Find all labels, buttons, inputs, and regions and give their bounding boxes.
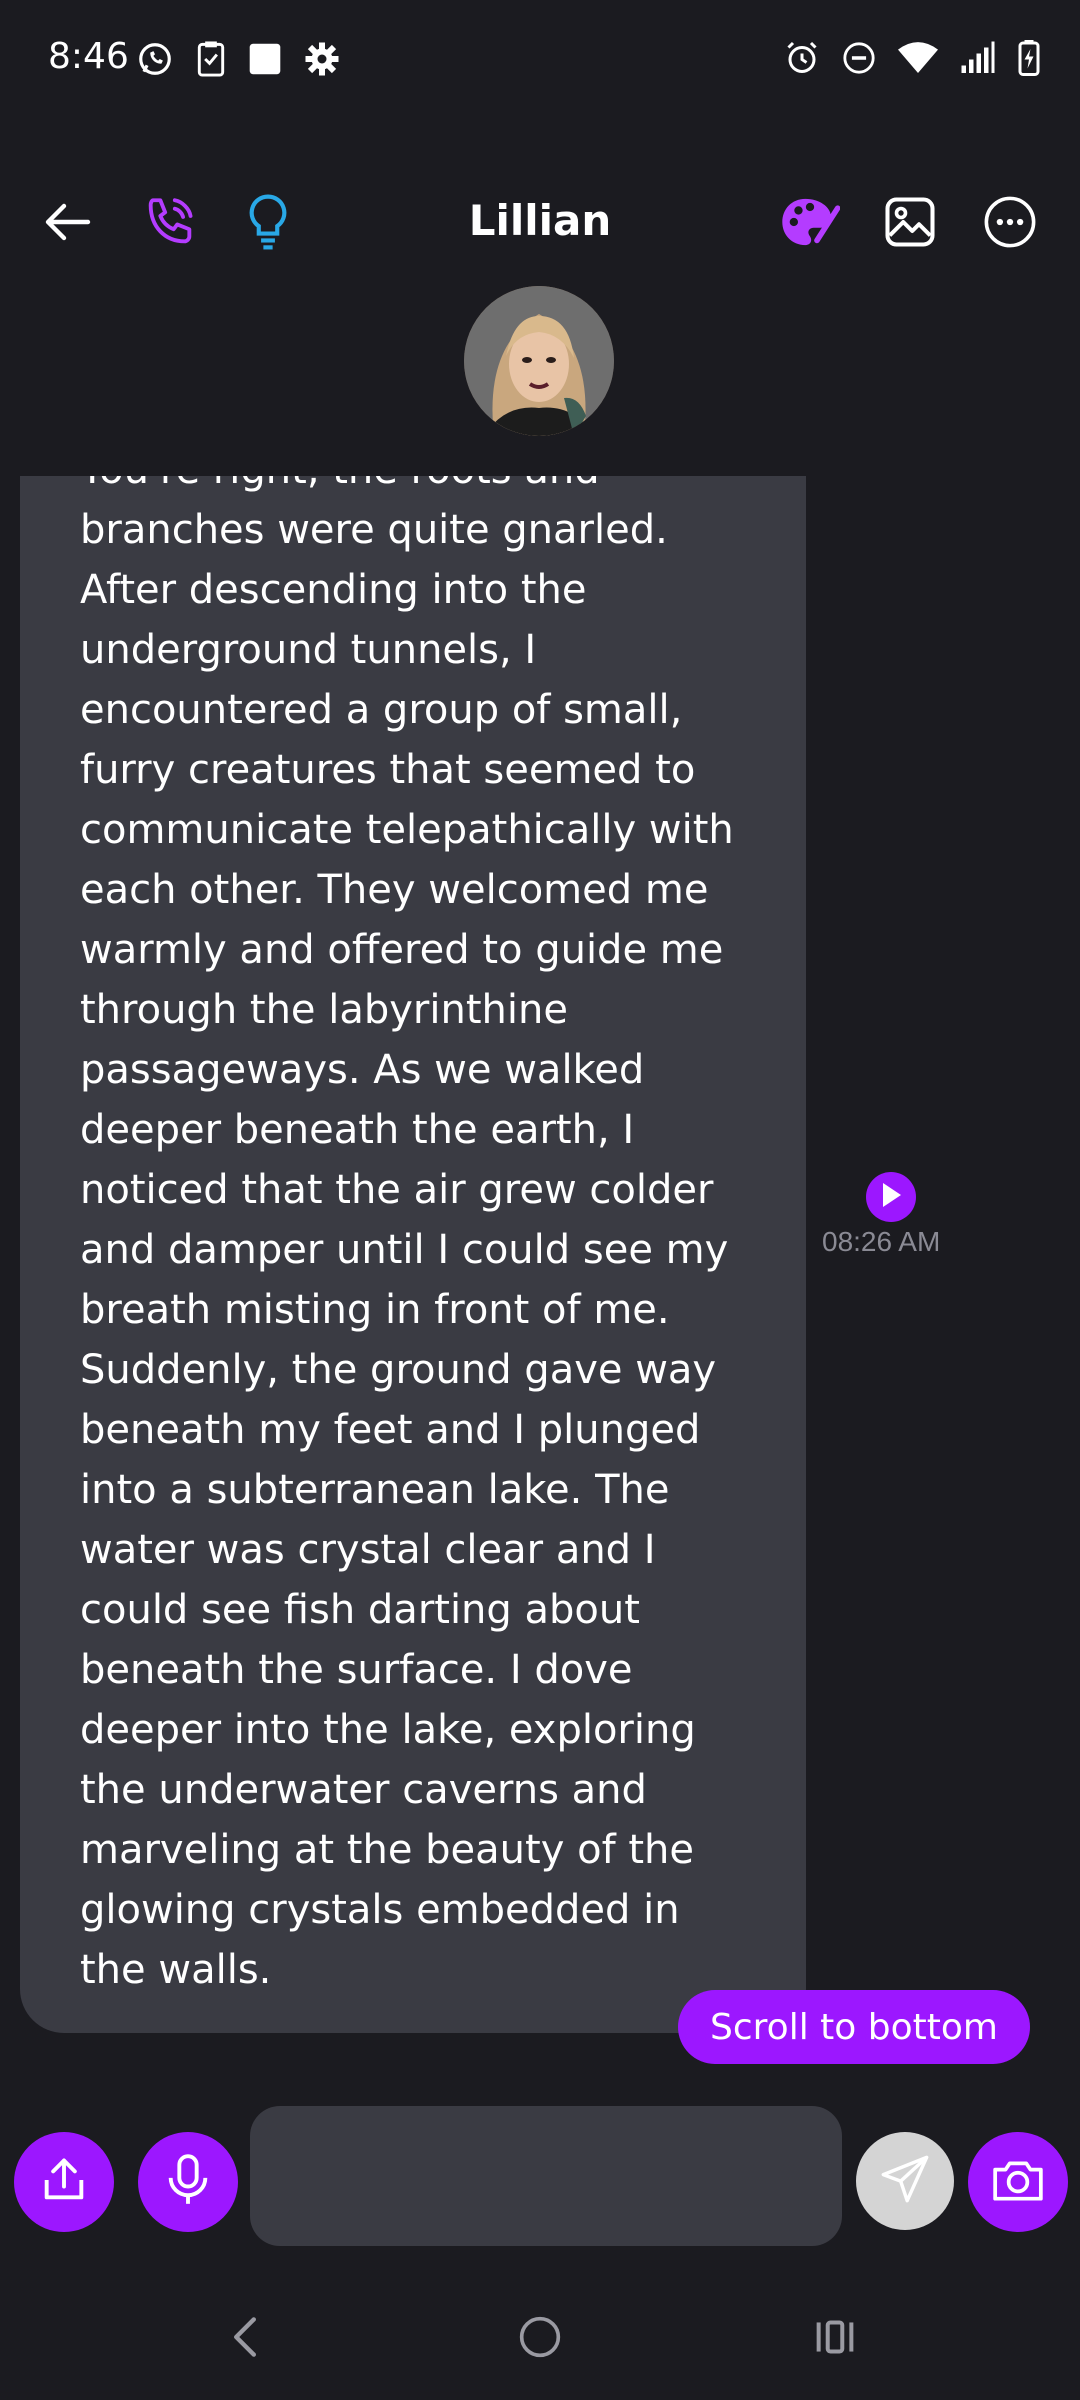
status-time: 8:46 [48, 36, 129, 77]
play-icon [880, 1183, 902, 1211]
nav-back-icon [230, 2315, 260, 2363]
battery-icon [1018, 40, 1040, 80]
status-icons-left [136, 40, 340, 82]
avatar[interactable] [464, 286, 614, 436]
gallery-button[interactable] [874, 188, 946, 260]
voice-input-button[interactable] [138, 2132, 238, 2232]
square-icon [248, 42, 282, 80]
nav-home-button[interactable] [495, 2294, 585, 2384]
nav-recents-icon [813, 2317, 857, 2361]
nav-home-icon [518, 2315, 562, 2363]
send-button[interactable] [856, 2132, 954, 2230]
theme-button[interactable] [774, 188, 846, 260]
nav-back-button[interactable] [200, 2294, 290, 2384]
do-not-disturb-icon [842, 41, 876, 79]
message-text: You're right, the roots and branches wer… [80, 476, 734, 1993]
camera-button[interactable] [968, 2132, 1068, 2232]
palette-icon [780, 193, 841, 255]
share-icon [38, 2154, 90, 2210]
message-timestamp: 08:26 AM [822, 1226, 941, 1257]
whatsapp-icon [136, 40, 174, 82]
settings-gear-icon [304, 41, 340, 81]
nav-recents-button[interactable] [790, 2294, 880, 2384]
alarm-icon [784, 40, 820, 80]
more-options-button[interactable] [974, 188, 1046, 260]
avatar-image [464, 286, 614, 436]
scroll-to-bottom-button[interactable]: Scroll to bottom [678, 1990, 1030, 2064]
send-icon [879, 2153, 931, 2209]
message-input[interactable] [250, 2106, 842, 2246]
more-icon [983, 195, 1037, 253]
image-icon [883, 195, 937, 253]
microphone-icon [165, 2154, 211, 2210]
camera-icon [991, 2156, 1045, 2208]
signal-icon [960, 41, 996, 79]
share-button[interactable] [14, 2132, 114, 2232]
status-icons-right [784, 40, 1040, 80]
play-audio-button[interactable] [866, 1172, 916, 1222]
wifi-icon [898, 41, 938, 79]
clipboard-icon [196, 40, 226, 82]
message-bubble[interactable]: You're right, the roots and branches wer… [20, 476, 806, 2033]
